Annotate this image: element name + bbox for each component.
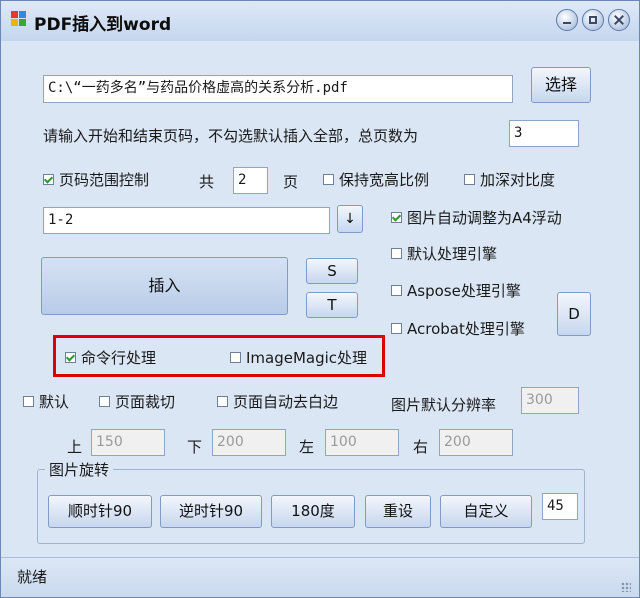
range-down-button[interactable]: ↓ — [337, 205, 363, 233]
d-button[interactable]: D — [557, 292, 591, 336]
margin-left-input[interactable]: 100 — [325, 429, 399, 456]
client-area: C:\“一药多名”与药品价格虚高的关系分析.pdf 选择 请输入开始和结束页码，… — [1, 41, 639, 557]
margin-left-label: 左 — [299, 438, 315, 456]
default-crop-label: 默认 — [39, 393, 70, 411]
title-bar[interactable]: PDF插入到word — [1, 1, 639, 41]
margin-bottom-input[interactable]: 200 — [212, 429, 286, 456]
t-button[interactable]: T — [306, 292, 358, 318]
rotate-ccw90-button[interactable]: 逆时针90 — [160, 495, 262, 528]
keep-ratio-label: 保持宽高比例 — [339, 171, 430, 189]
contrast-checkbox[interactable]: 加深对比度 — [464, 169, 555, 190]
keep-ratio-checkbox[interactable]: 保持宽高比例 — [323, 169, 429, 190]
app-icon — [11, 11, 27, 27]
resolution-input[interactable]: 300 — [521, 387, 579, 414]
page-count-prompt: 请输入开始和结束页码，不勾选默认插入全部，总页数为 — [43, 127, 419, 145]
insert-button[interactable]: 插入 — [41, 257, 288, 315]
margin-right-label: 右 — [413, 438, 429, 456]
page-count-input[interactable]: 2 — [233, 167, 268, 194]
aspose-checkbox[interactable]: Aspose处理引擎 — [391, 280, 521, 301]
page-crop-checkbox[interactable]: 页面裁切 — [99, 391, 175, 412]
resolution-label: 图片默认分辨率 — [391, 396, 497, 414]
keep-ratio-box[interactable] — [323, 174, 334, 185]
custom-rotation-button[interactable]: 自定义 — [440, 495, 532, 528]
page-range-control-label: 页码范围控制 — [59, 171, 150, 189]
margin-right-input[interactable]: 200 — [439, 429, 513, 456]
status-text: 就绪 — [17, 568, 48, 586]
acrobat-checkbox[interactable]: Acrobat处理引擎 — [391, 318, 525, 339]
margin-top-input[interactable]: 150 — [91, 429, 165, 456]
aspose-label: Aspose处理引擎 — [407, 282, 521, 300]
rotate-cw90-button[interactable]: 顺时针90 — [48, 495, 152, 528]
auto-a4-checkbox[interactable]: 图片自动调整为A4浮动 — [391, 207, 562, 228]
auto-trim-box[interactable] — [217, 396, 228, 407]
gong-label: 共 — [199, 173, 215, 191]
rotate-180-button[interactable]: 180度 — [271, 495, 355, 528]
acrobat-box[interactable] — [391, 323, 402, 334]
reset-rotation-button[interactable]: 重设 — [365, 495, 431, 528]
imagemagick-box[interactable] — [230, 352, 241, 363]
window-title: PDF插入到word — [34, 15, 172, 35]
cmdline-label: 命令行处理 — [81, 349, 157, 367]
page-range-control-checkbox[interactable]: 页码范围控制 — [43, 169, 149, 190]
cmdline-box[interactable] — [65, 352, 76, 363]
margin-top-label: 上 — [67, 438, 83, 456]
default-engine-box[interactable] — [391, 248, 402, 259]
total-pages-input[interactable]: 3 — [509, 120, 579, 147]
rotation-group-label: 图片旋转 — [45, 459, 114, 480]
main-window: PDF插入到word C:\“一药多名”与药品价格虚高的关系分析.pdf 选择 … — [0, 0, 640, 598]
imagemagick-checkbox[interactable]: ImageMagic处理 — [230, 347, 367, 368]
s-button[interactable]: S — [306, 258, 358, 284]
default-crop-box[interactable] — [23, 396, 34, 407]
resize-grip-icon[interactable] — [621, 582, 631, 592]
cmdline-checkbox[interactable]: 命令行处理 — [65, 347, 156, 368]
auto-trim-label: 页面自动去白边 — [233, 393, 339, 411]
default-engine-checkbox[interactable]: 默认处理引擎 — [391, 243, 497, 264]
auto-a4-box[interactable] — [391, 212, 402, 223]
ye-label: 页 — [283, 173, 299, 191]
contrast-box[interactable] — [464, 174, 475, 185]
page-range-control-box[interactable] — [43, 174, 54, 185]
page-crop-box[interactable] — [99, 396, 110, 407]
auto-trim-checkbox[interactable]: 页面自动去白边 — [217, 391, 338, 412]
maximize-icon[interactable] — [582, 9, 604, 31]
minimize-icon[interactable] — [556, 9, 578, 31]
imagemagick-label: ImageMagic处理 — [246, 349, 368, 367]
select-file-button[interactable]: 选择 — [531, 67, 591, 103]
aspose-box[interactable] — [391, 285, 402, 296]
custom-angle-input[interactable]: 45 — [542, 493, 578, 520]
page-range-input[interactable]: 1-2 — [43, 207, 330, 234]
close-icon[interactable] — [608, 9, 630, 31]
page-crop-label: 页面裁切 — [115, 393, 176, 411]
default-crop-checkbox[interactable]: 默认 — [23, 391, 69, 412]
status-bar: 就绪 — [1, 557, 639, 597]
acrobat-label: Acrobat处理引擎 — [407, 320, 525, 338]
default-engine-label: 默认处理引擎 — [407, 245, 498, 263]
margin-bottom-label: 下 — [187, 438, 203, 456]
auto-a4-label: 图片自动调整为A4浮动 — [407, 209, 562, 227]
file-path-input[interactable]: C:\“一药多名”与药品价格虚高的关系分析.pdf — [43, 75, 513, 103]
contrast-label: 加深对比度 — [480, 171, 556, 189]
